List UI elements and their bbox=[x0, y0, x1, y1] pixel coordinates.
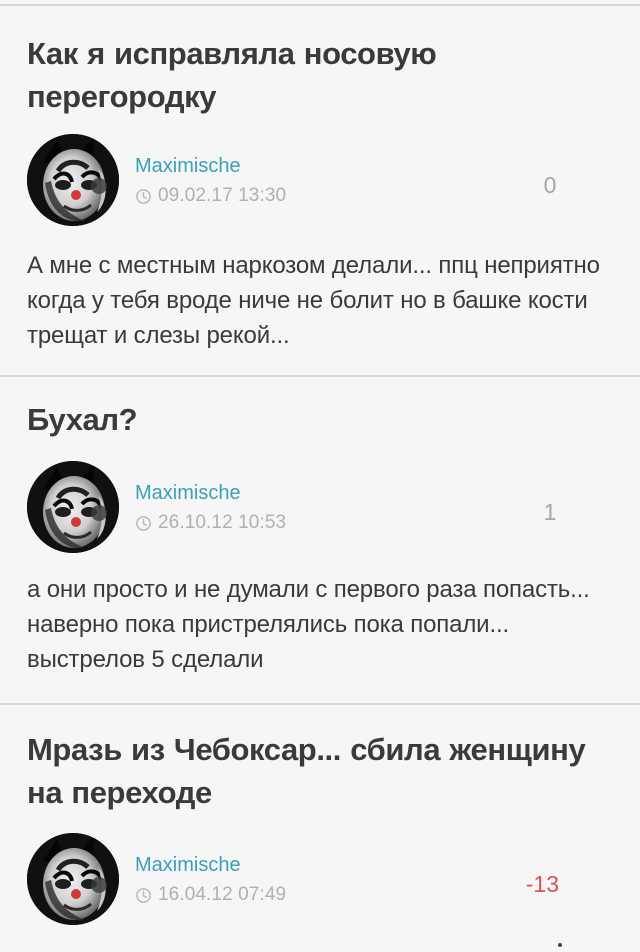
author-row: Maximische 09.02.17 13:30 0 bbox=[27, 134, 587, 226]
date-text: 26.10.12 10:53 bbox=[158, 512, 287, 533]
masked-clown-avatar-icon bbox=[27, 461, 119, 553]
score-value: 0 bbox=[543, 172, 557, 198]
date-text: 16.04.12 07:49 bbox=[158, 884, 287, 905]
score-value: -13 bbox=[525, 871, 559, 897]
post-date: 09.02.17 13:30 bbox=[135, 184, 286, 208]
masked-clown-avatar-icon bbox=[27, 134, 119, 226]
masked-clown-avatar-icon bbox=[27, 833, 119, 925]
author-name-link[interactable]: Maximische bbox=[135, 853, 241, 877]
comment-card[interactable]: Как я исправляла носовую перегородку Max… bbox=[0, 6, 640, 376]
comment-card[interactable]: Бухал? Maximische 26.10.12 10:53 1 а они… bbox=[0, 377, 640, 703]
clock-icon bbox=[136, 188, 151, 204]
author-name-link[interactable]: Maximische bbox=[135, 154, 241, 178]
post-title[interactable]: Бухал? bbox=[27, 398, 587, 441]
avatar[interactable] bbox=[27, 833, 119, 925]
author-name-link[interactable]: Maximische bbox=[135, 481, 241, 505]
score-value: 1 bbox=[543, 499, 557, 525]
post-date: 16.04.12 07:49 bbox=[135, 883, 286, 907]
comment-text[interactable]: а они просто и не думали с первого раза … bbox=[27, 572, 602, 677]
author-row: Maximische 26.10.12 10:53 1 bbox=[27, 461, 587, 553]
author-row: Maximische 16.04.12 07:49 -13 bbox=[27, 833, 587, 925]
comment-card[interactable]: Мразь из Чебоксар... сбила женщину на пе… bbox=[0, 705, 640, 952]
post-date: 26.10.12 10:53 bbox=[135, 511, 286, 535]
post-title[interactable]: Как я исправляла носовую перегородку bbox=[27, 32, 587, 118]
comments-feed: Как я исправляла носовую перегородку Max… bbox=[0, 0, 640, 952]
date-text: 09.02.17 13:30 bbox=[158, 185, 287, 206]
clock-icon bbox=[136, 887, 151, 903]
avatar[interactable] bbox=[27, 461, 119, 553]
scroll-indicator bbox=[558, 943, 562, 947]
post-title[interactable]: Мразь из Чебоксар... сбила женщину на пе… bbox=[27, 728, 587, 814]
avatar[interactable] bbox=[27, 134, 119, 226]
comment-text[interactable]: А мне с местным наркозом делали... ппц н… bbox=[27, 248, 602, 353]
clock-icon bbox=[136, 515, 151, 531]
